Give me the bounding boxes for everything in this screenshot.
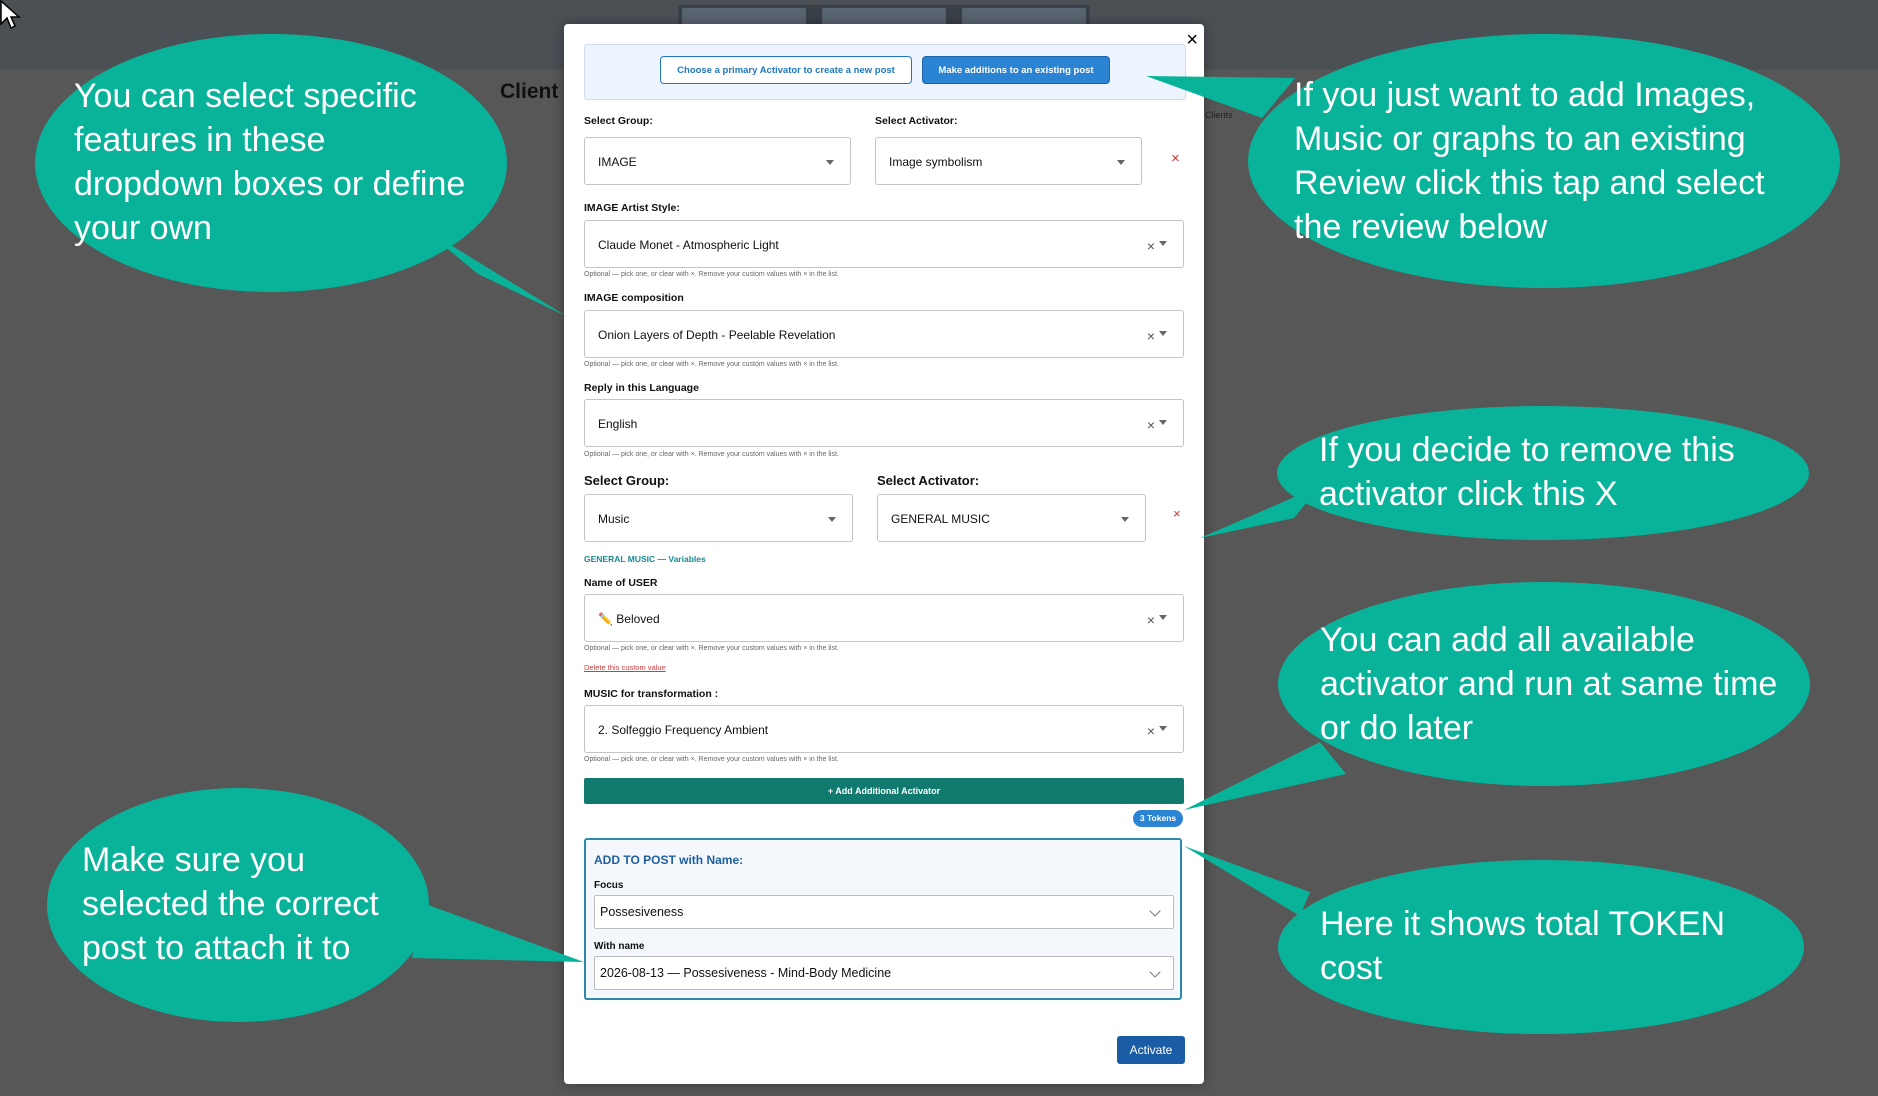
callout-bubble: Make sure you selected the correct post … [47,788,429,1022]
callout-text: Here it shows total TOKEN cost [1320,905,1726,987]
callout-bubble: If you decide to remove this activator c… [1277,406,1809,540]
callout-bubble: Here it shows total TOKEN cost [1278,860,1804,1034]
callout-bubble: If you just want to add Images, Music or… [1248,34,1840,288]
callout-text: If you decide to remove this activator c… [1319,431,1735,513]
callout-text: If you just want to add Images, Music or… [1294,76,1765,246]
callout-pointer [1184,846,1310,916]
callout-text: You can select specific features in thes… [74,77,466,247]
callout-text: Make sure you selected the correct post … [82,841,379,967]
callout-bubble: You can select specific features in thes… [35,34,507,292]
callout-bubble: You can add all available activator and … [1278,582,1810,786]
callout-pointer [412,902,584,962]
callout-text: You can add all available activator and … [1320,621,1778,747]
callout-pointer [1184,742,1346,810]
